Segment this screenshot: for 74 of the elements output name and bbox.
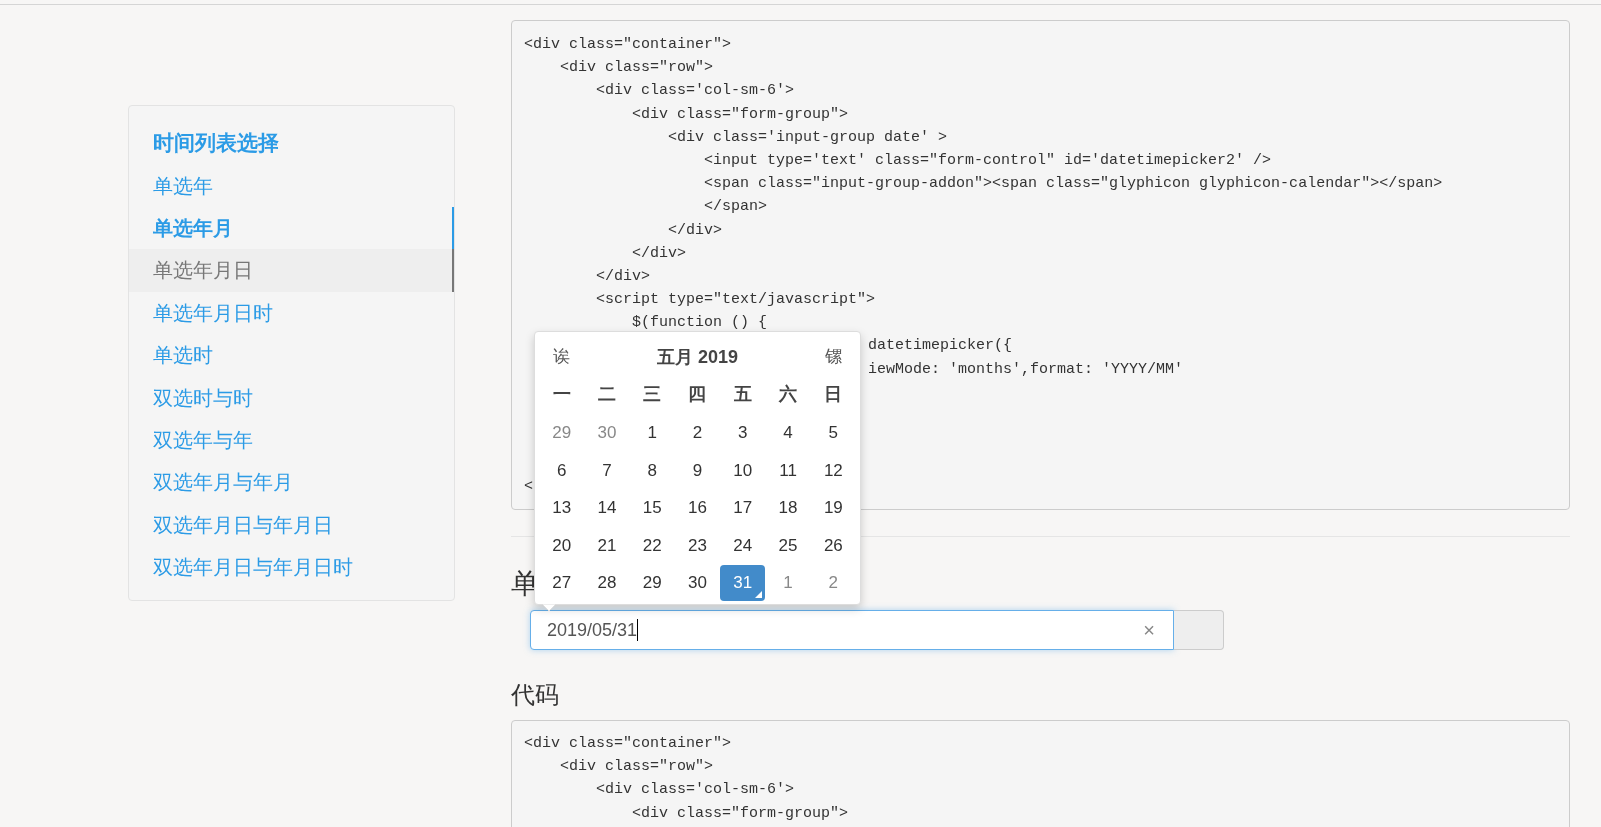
weekday-label: 四 bbox=[688, 382, 707, 406]
day-cell[interactable]: 1 bbox=[629, 414, 675, 451]
day-cell[interactable]: 17 bbox=[720, 489, 766, 526]
day-cell[interactable]: 4 bbox=[765, 414, 811, 451]
date-value: 2019/05/31 bbox=[547, 618, 638, 642]
day-cell[interactable]: 16 bbox=[674, 489, 721, 526]
code-line: <div class="form-group"> bbox=[631, 804, 849, 822]
text-cursor bbox=[637, 619, 639, 641]
day-cell[interactable]: 22 bbox=[629, 527, 675, 564]
day-cell[interactable]: 28 bbox=[584, 564, 630, 601]
weekday-label: 五 bbox=[733, 382, 752, 406]
day-cell[interactable]: 20 bbox=[539, 527, 585, 564]
weekday-label: 日 bbox=[824, 382, 843, 406]
next-month-button[interactable]: 镙 bbox=[825, 344, 842, 370]
day-cell[interactable]: 3 bbox=[720, 414, 766, 451]
day-cell[interactable]: 2 bbox=[674, 414, 721, 451]
month-title[interactable]: 五月 2019 bbox=[656, 343, 738, 371]
code-line: </div> bbox=[667, 221, 723, 239]
day-cell[interactable]: 2 bbox=[810, 564, 856, 601]
day-cell[interactable]: 8 bbox=[629, 452, 675, 489]
day-cell[interactable]: 24 bbox=[720, 527, 766, 564]
weekday-label: 二 bbox=[597, 382, 616, 406]
code-line: <div class="row"> bbox=[559, 758, 714, 776]
day-cell[interactable]: 14 bbox=[584, 489, 630, 526]
day-cell[interactable]: 29 bbox=[629, 564, 675, 601]
code-line: <div class="form-group"> bbox=[631, 105, 849, 123]
day-cell[interactable]: 13 bbox=[539, 489, 585, 526]
day-cell[interactable]: 18 bbox=[765, 489, 811, 526]
previous-month-button[interactable]: 诶 bbox=[553, 344, 570, 370]
day-cell[interactable]: 6 bbox=[539, 452, 585, 489]
code-line: </span> bbox=[703, 198, 768, 216]
sidebar-item[interactable]: 单选年月日 bbox=[129, 249, 454, 292]
code-line: <div class="container"> bbox=[524, 36, 732, 53]
day-cell[interactable]: 10 bbox=[720, 452, 766, 489]
weekday-label: 一 bbox=[552, 382, 571, 406]
code-line: <div class='input-group date' > bbox=[667, 128, 948, 146]
code-line: < bbox=[524, 477, 533, 495]
code-line: <span class="input-group-addon"><span class="glyphicon glyphicon-calendar"></span> bbox=[703, 175, 1443, 193]
sidebar-title: 时间列表选择 bbox=[153, 130, 279, 157]
day-cell[interactable]: 5 bbox=[810, 414, 856, 451]
day-cell[interactable]: 15 bbox=[629, 489, 675, 526]
code-line: </div> bbox=[595, 267, 651, 285]
day-cell[interactable]: 30 bbox=[584, 414, 630, 451]
weekday-label: 六 bbox=[779, 382, 798, 406]
code-line: iewMode: 'months',format: 'YYYY/MM' bbox=[868, 360, 1184, 378]
code-line: $(function () { bbox=[631, 314, 768, 332]
clear-button[interactable]: × bbox=[1143, 620, 1155, 640]
day-cell[interactable]: 19 bbox=[810, 489, 856, 526]
section-heading: 单 bbox=[511, 568, 539, 599]
code-line: </div> bbox=[631, 244, 687, 262]
day-cell[interactable]: 27 bbox=[539, 564, 585, 601]
code-line: <div class="container"> bbox=[524, 735, 732, 752]
code-line: datetimepicker({ bbox=[868, 337, 1013, 355]
day-cell[interactable]: 30 bbox=[674, 564, 721, 601]
code-line: <div class='col-sm-6'> bbox=[595, 82, 795, 100]
code-line: <script type="text/javascript"> bbox=[595, 291, 876, 309]
day-cell[interactable]: 31 bbox=[720, 564, 766, 601]
day-cell[interactable]: 11 bbox=[765, 452, 811, 489]
day-cell[interactable]: 21 bbox=[584, 527, 630, 564]
day-cell[interactable]: 23 bbox=[674, 527, 721, 564]
weekday-label: 三 bbox=[643, 382, 662, 406]
day-cell[interactable]: 7 bbox=[584, 452, 630, 489]
day-cell[interactable]: 25 bbox=[765, 527, 811, 564]
day-cell[interactable]: 26 bbox=[810, 527, 856, 564]
code-line: <div class="row"> bbox=[559, 59, 714, 77]
day-cell[interactable]: 12 bbox=[810, 452, 856, 489]
code-heading: 代码 bbox=[511, 681, 559, 708]
code-line: <div class='col-sm-6'> bbox=[595, 781, 795, 799]
input-addon[interactable] bbox=[1174, 610, 1224, 650]
day-cell[interactable]: 29 bbox=[539, 414, 585, 451]
code-line: <input type='text' class="form-control" id='datetimepicker2' /> bbox=[703, 151, 1272, 169]
day-cell[interactable]: 9 bbox=[674, 452, 721, 489]
date-input-field[interactable]: 2019/05/31 × bbox=[530, 610, 1174, 650]
day-cell[interactable]: 1 bbox=[765, 564, 811, 601]
